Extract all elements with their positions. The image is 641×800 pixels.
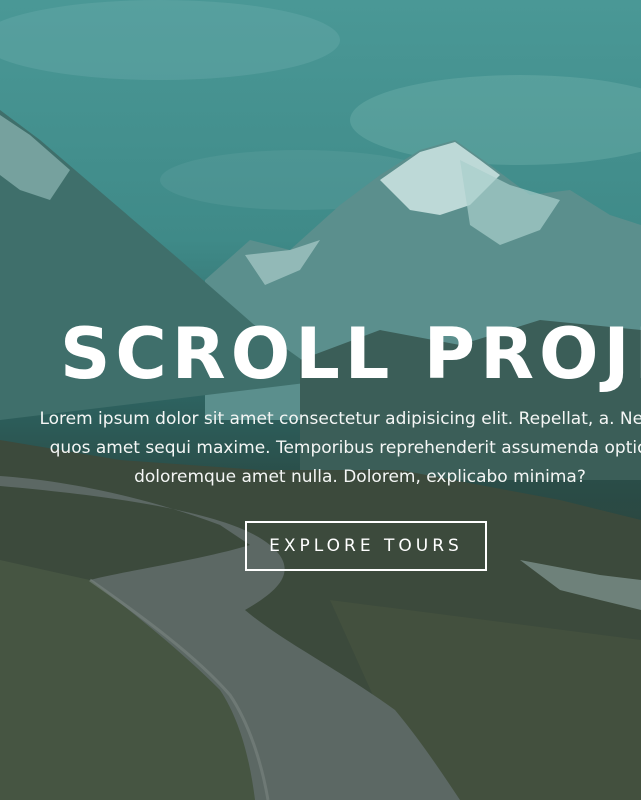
hero-section: SCROLL PROJECT Lorem ipsum dolor sit ame… bbox=[0, 0, 641, 800]
hero-title: SCROLL PROJECT bbox=[60, 313, 641, 395]
hero-description-line: Lorem ipsum dolor sit amet consectetur a… bbox=[39, 409, 641, 429]
hero-description-line: doloremque amet nulla. Dolorem, explicab… bbox=[134, 467, 586, 487]
hero-description: Lorem ipsum dolor sit amet consectetur a… bbox=[0, 405, 641, 492]
hero-content: SCROLL PROJECT Lorem ipsum dolor sit ame… bbox=[0, 0, 641, 800]
hero-description-line: quos amet sequi maxime. Temporibus repre… bbox=[49, 438, 641, 458]
explore-tours-button[interactable]: EXPLORE TOURS bbox=[245, 521, 487, 571]
